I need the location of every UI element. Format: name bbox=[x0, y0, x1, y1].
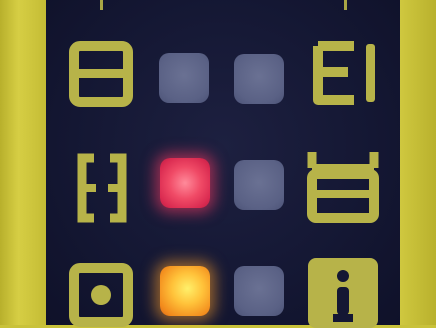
indicator-panel bbox=[46, 0, 400, 328]
status-led-r1c2 bbox=[234, 54, 284, 104]
status-led-r2c1 bbox=[160, 158, 210, 208]
panel-notch-right bbox=[344, 0, 347, 10]
dot-box-icon bbox=[68, 262, 134, 328]
status-led-r2c2 bbox=[234, 160, 284, 210]
e-glyph-icon bbox=[308, 38, 380, 110]
info-icon bbox=[306, 256, 380, 328]
status-led-r1c1 bbox=[159, 53, 209, 103]
status-led-r3c1 bbox=[160, 266, 210, 316]
status-led-r3c2 bbox=[234, 266, 284, 316]
tray-glyph-icon bbox=[306, 148, 380, 228]
bracket-glyph-icon bbox=[72, 152, 132, 224]
device-frame-left bbox=[0, 0, 46, 325]
device-frame-right bbox=[400, 0, 436, 325]
panel-notch-left bbox=[100, 0, 103, 10]
split-box-icon bbox=[68, 40, 134, 108]
